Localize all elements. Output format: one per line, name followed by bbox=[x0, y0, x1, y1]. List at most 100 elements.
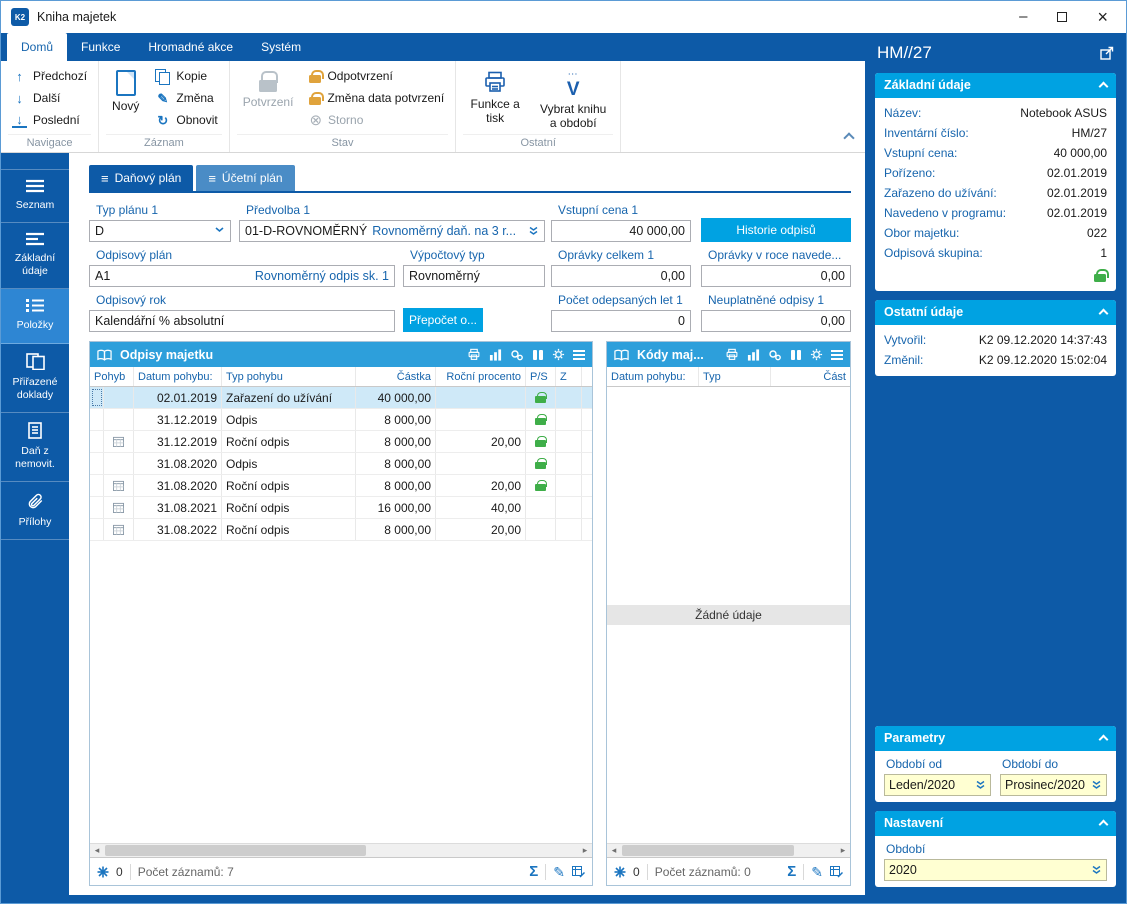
columns-icon[interactable] bbox=[790, 349, 802, 361]
table-row[interactable]: 31.08.2020 Roční odpis 8 000,00 20,00 bbox=[90, 475, 592, 497]
potvrzeni-button[interactable]: Potvrzení bbox=[237, 65, 300, 110]
vypoctovy-typ-field[interactable]: Rovnoměrný bbox=[403, 265, 545, 287]
dalsi-button[interactable]: ↓ Další bbox=[8, 87, 91, 109]
print-icon[interactable] bbox=[725, 348, 739, 361]
edit-icon[interactable]: ✎ bbox=[553, 865, 565, 879]
section-header-parametry[interactable]: Parametry bbox=[875, 726, 1116, 751]
edit-icon[interactable]: ✎ bbox=[811, 865, 823, 879]
chart-icon[interactable] bbox=[747, 348, 760, 361]
gear-icon[interactable] bbox=[552, 348, 565, 361]
sidebar-item-prilohy[interactable]: Přílohy bbox=[1, 482, 69, 541]
tab-system[interactable]: Systém bbox=[247, 33, 315, 61]
asterisk-icon[interactable] bbox=[614, 866, 626, 878]
tab-hromadne-akce[interactable]: Hromadné akce bbox=[134, 33, 247, 61]
scroll-left-icon[interactable]: ◂ bbox=[90, 844, 104, 857]
obdobi-combo[interactable]: 2020 bbox=[884, 859, 1107, 881]
col-datum-pohybu[interactable]: Datum pohybu: bbox=[134, 367, 222, 386]
scroll-right-icon[interactable]: ▸ bbox=[578, 844, 592, 857]
table-row[interactable]: 31.08.2022 Roční odpis 8 000,00 20,00 bbox=[90, 519, 592, 541]
scroll-right-icon[interactable]: ▸ bbox=[836, 844, 850, 857]
dropdown-icon[interactable] bbox=[528, 225, 539, 237]
horizontal-scrollbar[interactable]: ◂ ▸ bbox=[607, 843, 850, 857]
funkce-a-tisk-button[interactable]: Funkce a tisk bbox=[463, 65, 527, 126]
scroll-left-icon[interactable]: ◂ bbox=[607, 844, 621, 857]
neuplatnene-odpisy-field[interactable]: 0,00 bbox=[701, 310, 851, 332]
dropdown-icon[interactable] bbox=[975, 779, 986, 791]
sidebar-item-seznam[interactable]: Seznam bbox=[1, 169, 69, 224]
storno-button[interactable]: ⊗ Storno bbox=[305, 109, 448, 131]
sum-icon[interactable]: Σ bbox=[529, 864, 538, 879]
table-row[interactable]: 31.08.2020 Odpis 8 000,00 bbox=[90, 453, 592, 475]
vstupni-cena-field[interactable]: 40 000,00 bbox=[551, 220, 691, 242]
col-ps[interactable]: P/S bbox=[526, 367, 556, 386]
tab-funkce[interactable]: Funkce bbox=[67, 33, 134, 61]
dropdown-icon[interactable] bbox=[1091, 864, 1102, 876]
collapse-icon[interactable] bbox=[1098, 81, 1109, 92]
col-datum-pohybu[interactable]: Datum pohybu: bbox=[607, 367, 699, 386]
gears-icon[interactable] bbox=[768, 349, 782, 361]
col-typ[interactable]: Typ bbox=[699, 367, 771, 386]
vybrat-knihu-button[interactable]: ⋯ V Vybrat knihu a období bbox=[533, 65, 613, 131]
menu-icon[interactable] bbox=[831, 349, 843, 360]
prepocet-button[interactable]: Přepočet o... bbox=[403, 308, 483, 332]
chart-icon[interactable] bbox=[489, 348, 502, 361]
gears-icon[interactable] bbox=[510, 349, 524, 361]
odpisovy-rok-field[interactable]: Kalendářní % absolutní bbox=[89, 310, 395, 332]
maximize-button[interactable] bbox=[1057, 12, 1068, 22]
odpotvrzeni-button[interactable]: Odpotvrzení bbox=[305, 65, 448, 87]
section-header-zakladni[interactable]: Základní údaje bbox=[875, 73, 1116, 98]
table-row[interactable]: 31.12.2019 Odpis 8 000,00 bbox=[90, 409, 592, 431]
table-row[interactable]: 02.01.2019 Zařazení do užívání 40 000,00 bbox=[90, 387, 592, 409]
menu-icon[interactable] bbox=[573, 349, 585, 360]
pocet-odepsanych-let-field[interactable]: 0 bbox=[551, 310, 691, 332]
collapse-icon[interactable] bbox=[1098, 819, 1109, 830]
obnovit-button[interactable]: ↻ Obnovit bbox=[151, 109, 221, 131]
minimize-button[interactable]: – bbox=[1019, 9, 1027, 24]
sidebar-item-zakladni-udaje[interactable]: Základní údaje bbox=[1, 223, 69, 290]
obdobi-do-combo[interactable]: Prosinec/2020 bbox=[1000, 774, 1107, 796]
table-row[interactable]: 31.08.2021 Roční odpis 16 000,00 40,00 bbox=[90, 497, 592, 519]
tab-ucetni-plan[interactable]: ≡ Účetní plán bbox=[196, 165, 295, 191]
collapse-ribbon-icon[interactable] bbox=[843, 132, 855, 144]
tab-danovy-plan[interactable]: ≡ Daňový plán bbox=[89, 165, 194, 191]
section-header-ostatni[interactable]: Ostatní údaje bbox=[875, 300, 1116, 325]
sidebar-item-prirazene-doklady[interactable]: Přiřazené doklady bbox=[1, 344, 69, 413]
predvolba-combo[interactable]: 01-D-ROVNOMĚRNÝ Rovnoměrný daň. na 3 r..… bbox=[239, 220, 545, 242]
horizontal-scrollbar[interactable]: ◂ ▸ bbox=[90, 843, 592, 857]
historie-odpisu-button[interactable]: Historie odpisů bbox=[701, 218, 851, 242]
col-z[interactable]: Z bbox=[556, 367, 582, 386]
print-icon[interactable] bbox=[467, 348, 481, 361]
columns-icon[interactable] bbox=[532, 349, 544, 361]
asterisk-icon[interactable] bbox=[97, 866, 109, 878]
col-typ-pohybu[interactable]: Typ pohybu bbox=[222, 367, 356, 386]
col-castka[interactable]: Částka bbox=[356, 367, 436, 386]
col-castka[interactable]: Část bbox=[771, 367, 850, 386]
odpisovy-plan-field[interactable]: A1 Rovnoměrný odpis sk. 1 bbox=[89, 265, 395, 287]
sum-icon[interactable]: Σ bbox=[787, 864, 796, 879]
popout-icon[interactable] bbox=[1100, 46, 1114, 60]
section-header-nastaveni[interactable]: Nastavení bbox=[875, 811, 1116, 836]
col-pohyb[interactable]: Pohyb bbox=[90, 367, 134, 386]
dropdown-icon[interactable] bbox=[214, 225, 225, 237]
typ-planu-combo[interactable]: D bbox=[89, 220, 231, 242]
kopie-button[interactable]: Kopie bbox=[151, 65, 221, 87]
table-settings-icon[interactable] bbox=[830, 865, 843, 878]
gear-icon[interactable] bbox=[810, 348, 823, 361]
posledni-button[interactable]: ↓ Poslední bbox=[8, 109, 91, 131]
tab-domu[interactable]: Domů bbox=[7, 33, 68, 61]
table-row[interactable]: 31.12.2019 Roční odpis 8 000,00 20,00 bbox=[90, 431, 592, 453]
dropdown-icon[interactable] bbox=[1091, 779, 1102, 791]
sidebar-item-dan-z-nemovitosti[interactable]: Daň z nemovit. bbox=[1, 413, 69, 482]
novy-button[interactable]: Nový bbox=[106, 65, 145, 114]
opravky-celkem-field[interactable]: 0,00 bbox=[551, 265, 691, 287]
zmena-data-potvrzeni-button[interactable]: Změna data potvrzení bbox=[305, 87, 448, 109]
opravky-v-roce-field[interactable]: 0,00 bbox=[701, 265, 851, 287]
col-rocni-procento[interactable]: Roční procento bbox=[436, 367, 526, 386]
collapse-icon[interactable] bbox=[1098, 308, 1109, 319]
predchozi-button[interactable]: ↑ Předchozí bbox=[8, 65, 91, 87]
collapse-icon[interactable] bbox=[1098, 734, 1109, 745]
sidebar-item-polozky[interactable]: Položky bbox=[1, 289, 69, 344]
zmena-button[interactable]: ✎ Změna bbox=[151, 87, 221, 109]
table-settings-icon[interactable] bbox=[572, 865, 585, 878]
close-button[interactable]: × bbox=[1097, 8, 1108, 26]
